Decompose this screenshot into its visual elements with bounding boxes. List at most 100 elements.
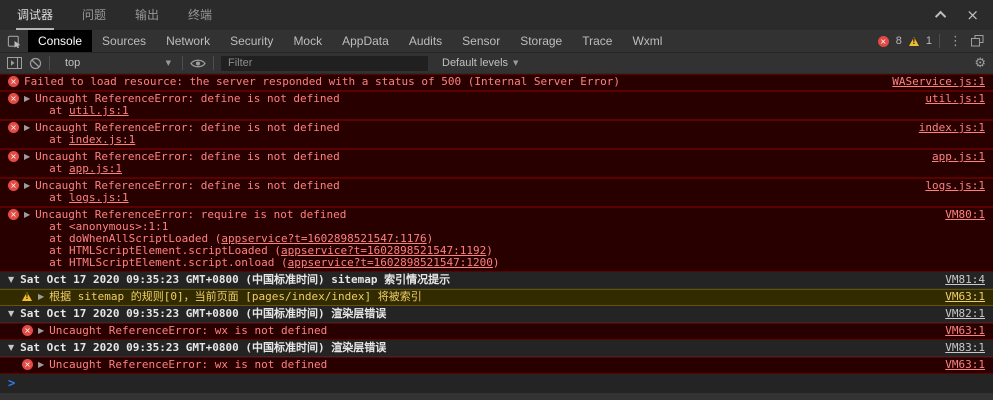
chevron-down-icon: ▼ [166, 59, 171, 67]
divider [213, 56, 214, 70]
tab-wxml[interactable]: Wxml [622, 30, 672, 52]
message-text: Uncaught ReferenceError: define is not d… [35, 122, 905, 146]
message-first-line: Uncaught ReferenceError: wx is not defin… [49, 359, 931, 371]
filter-input[interactable] [221, 56, 428, 71]
source-location-link[interactable]: logs.js:1 [925, 180, 985, 192]
source-location-link[interactable]: index.js:1 [919, 122, 985, 134]
message-main: ×▶Uncaught ReferenceError: define is not… [8, 180, 911, 204]
console-prompt-row[interactable]: > [0, 374, 993, 393]
devtools-tabbar: ConsoleSourcesNetworkSecurityMockAppData… [0, 30, 993, 53]
message-text: Uncaught ReferenceError: define is not d… [35, 93, 911, 117]
console-message-row: ▼ Sat Oct 17 2020 09:35:23 GMT+0800 (中国标准… [0, 306, 993, 323]
titlebar-tabs: 调试器问题输出终端 [16, 0, 213, 30]
message-first-line: Sat Oct 17 2020 09:35:23 GMT+0800 (中国标准时… [20, 342, 931, 354]
stack-frame: at HTMLScriptElement.script.onload (apps… [35, 257, 931, 269]
divider [49, 56, 50, 70]
expand-toggle-icon[interactable]: ▶ [24, 122, 30, 134]
source-location-link[interactable]: app.js:1 [932, 151, 985, 163]
error-icon: × [8, 122, 19, 133]
javascript-context-select[interactable]: top ▼ [57, 57, 175, 69]
titlebar-tab-issues[interactable]: 问题 [81, 0, 107, 30]
clear-console-icon[interactable] [29, 57, 42, 70]
message-text: Sat Oct 17 2020 09:35:23 GMT+0800 (中国标准时… [20, 308, 931, 320]
tab-storage[interactable]: Storage [510, 30, 572, 52]
console-sidebar-icon[interactable] [7, 57, 22, 69]
tab-sensor[interactable]: Sensor [452, 30, 510, 52]
more-menu-icon[interactable]: ⋮ [947, 35, 964, 48]
stack-frame-link[interactable]: index.js:1 [69, 133, 135, 146]
tab-audits[interactable]: Audits [399, 30, 452, 52]
stack-frame-link[interactable]: appservice?t=1602898521547:1200 [288, 256, 493, 269]
source-location-link[interactable]: WAService.js:1 [892, 76, 985, 88]
warning-count: 1 [926, 35, 932, 47]
source-location-link[interactable]: VM80:1 [945, 209, 985, 221]
divider [182, 56, 183, 70]
expand-toggle-icon[interactable]: ▶ [38, 359, 44, 371]
inspect-element-icon[interactable] [0, 30, 28, 52]
message-main: ×Failed to load resource: the server res… [8, 76, 878, 88]
tab-sources[interactable]: Sources [92, 30, 156, 52]
message-text: Sat Oct 17 2020 09:35:23 GMT+0800 (中国标准时… [20, 342, 931, 354]
stack-frame: at util.js:1 [35, 105, 911, 117]
stack-frame: at logs.js:1 [35, 192, 911, 204]
tab-security[interactable]: Security [220, 30, 283, 52]
message-first-line: Uncaught ReferenceError: require is not … [35, 209, 931, 221]
chevron-down-icon: ▼ [513, 59, 518, 67]
expand-toggle-icon[interactable]: ▶ [24, 93, 30, 105]
log-levels-select[interactable]: Default levels ▼ [442, 57, 518, 69]
source-location-link[interactable]: VM81:4 [945, 274, 985, 286]
warning-badge-icon[interactable] [909, 37, 919, 46]
expand-toggle-icon[interactable]: ▶ [38, 325, 44, 337]
tab-network[interactable]: Network [156, 30, 220, 52]
divider [939, 34, 940, 48]
expand-toggle-icon[interactable]: ▶ [24, 151, 30, 163]
message-main: × ▶ Uncaught ReferenceError: define is not… [8, 122, 905, 146]
source-location-link[interactable]: VM63:1 [945, 325, 985, 337]
collapse-toggle-icon[interactable]: ▼ [8, 342, 14, 354]
collapse-toggle-icon[interactable]: ▼ [8, 274, 14, 286]
expand-toggle-icon[interactable]: ▶ [24, 180, 30, 192]
console-message-row: ×▶Uncaught ReferenceError: require is no… [0, 207, 993, 272]
titlebar-tab-debugger[interactable]: 调试器 [16, 0, 54, 30]
source-location-link[interactable]: VM63:1 [945, 291, 985, 303]
message-text: Uncaught ReferenceError: require is not … [35, 209, 931, 269]
tab-appdata[interactable]: AppData [332, 30, 399, 52]
message-first-line: Uncaught ReferenceError: define is not d… [35, 151, 918, 163]
source-location-link[interactable]: VM83:1 [945, 342, 985, 354]
message-main: ×▶Uncaught ReferenceError: wx is not def… [22, 325, 931, 337]
titlebar: 调试器问题输出终端 × [0, 0, 993, 30]
message-text: Uncaught ReferenceError: wx is not defin… [49, 325, 931, 337]
live-expression-eye-icon[interactable] [190, 58, 206, 69]
stack-frame-link[interactable]: util.js:1 [69, 104, 129, 117]
source-location-link[interactable]: VM63:1 [945, 359, 985, 371]
stack-frame: at app.js:1 [35, 163, 918, 175]
close-icon[interactable]: × [966, 8, 979, 23]
error-icon: × [8, 151, 19, 162]
tab-trace[interactable]: Trace [572, 30, 622, 52]
source-location-link[interactable]: util.js:1 [925, 93, 985, 105]
window-controls: × [938, 8, 979, 23]
message-main: × ▶ Uncaught ReferenceError: define is not… [8, 151, 918, 175]
console-settings-gear-icon[interactable]: ⚙ [974, 57, 986, 70]
error-count: 8 [896, 35, 902, 47]
tab-mock[interactable]: Mock [283, 30, 332, 52]
titlebar-tab-terminal[interactable]: 终端 [187, 0, 213, 30]
expand-toggle-icon[interactable]: ▶ [38, 291, 44, 303]
warning-icon [22, 292, 32, 301]
stack-frame-link[interactable]: logs.js:1 [69, 191, 129, 204]
tab-console[interactable]: Console [28, 30, 92, 52]
stack-frame-link[interactable]: app.js:1 [69, 162, 122, 175]
console-message-row: × ▶ Uncaught ReferenceError: define is not… [0, 120, 993, 149]
message-first-line: Sat Oct 17 2020 09:35:23 GMT+0800 (中国标准时… [20, 274, 931, 286]
titlebar-tab-output[interactable]: 输出 [134, 0, 160, 30]
error-icon: × [8, 76, 19, 87]
devtools-window: 调试器问题输出终端 × ConsoleSourcesNetworkSecurit… [0, 0, 993, 400]
source-location-link[interactable]: VM82:1 [945, 308, 985, 320]
error-badge-icon[interactable]: × [878, 36, 889, 47]
statusbar [0, 393, 993, 400]
message-main: ▶根据 sitemap 的规则[0]，当前页面 [pages/index/ind… [22, 291, 931, 303]
collapse-window-icon[interactable] [935, 11, 946, 22]
expand-toggle-icon[interactable]: ▶ [24, 209, 30, 221]
dock-side-icon[interactable] [971, 35, 984, 47]
collapse-toggle-icon[interactable]: ▼ [8, 308, 14, 320]
